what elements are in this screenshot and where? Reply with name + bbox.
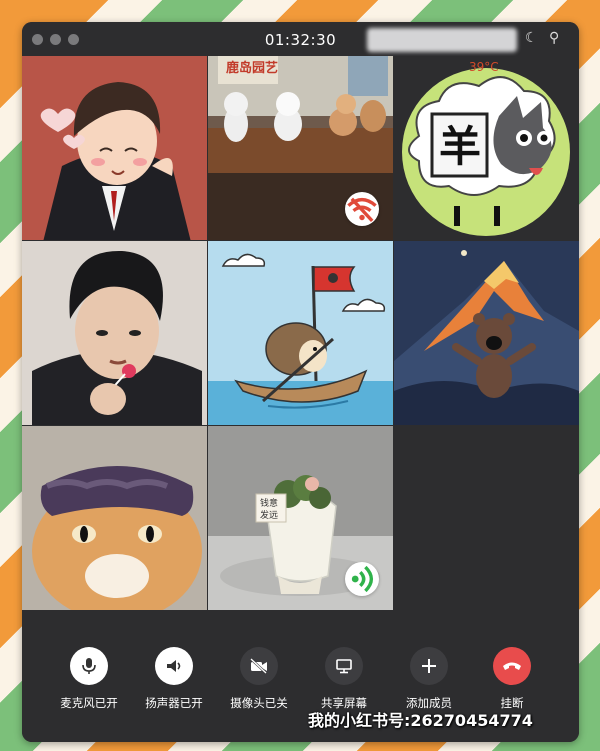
tile-flower-bouquet[interactable]: 钱意 发远 (208, 426, 393, 610)
tile-bear-mountain[interactable] (394, 241, 579, 425)
plus-icon[interactable] (410, 647, 448, 685)
mic-button[interactable]: 麦克风已开 (49, 647, 129, 711)
speaker-icon[interactable] (155, 647, 193, 685)
call-window: 01:32:30 ☾ ⚲ 鹿岛园艺 羊 39°C 钱意 发远 麦克风已开 扬声器… (22, 22, 579, 742)
hangup-icon[interactable] (493, 647, 531, 685)
speaker-active-icon (345, 562, 379, 596)
pin-icon[interactable]: ⚲ (549, 30, 559, 46)
blurred-title (367, 28, 517, 52)
add-member-button[interactable]: 添加成员 (389, 647, 469, 711)
screen-share-icon[interactable] (325, 647, 363, 685)
camera-button[interactable]: 摄像头已关 (219, 647, 299, 711)
sheep-char: 羊 (439, 122, 481, 171)
watermark-text: 我的小红书号:26270454774 (308, 711, 533, 730)
tile-hedgehog-boat[interactable] (208, 241, 393, 425)
moon-icon[interactable]: ☾ (525, 30, 538, 46)
participant-grid: 鹿岛园艺 羊 39°C 钱意 发远 (22, 56, 579, 613)
share-button[interactable]: 共享屏幕 (304, 647, 384, 711)
tile-sheep[interactable]: 羊 39°C (394, 56, 579, 240)
figurine-text: 鹿岛园艺 (226, 60, 278, 76)
wifi-off-icon (345, 192, 379, 226)
card-text-line2: 发远 (260, 509, 278, 521)
speaker-label: 扬声器已开 (145, 696, 203, 710)
camera-label: 摄像头已关 (230, 696, 288, 710)
temperature-label: 39°C (469, 60, 499, 74)
mic-label: 麦克风已开 (60, 696, 118, 710)
speaker-button[interactable]: 扬声器已开 (134, 647, 214, 711)
card-text-line1: 钱意 (260, 497, 278, 509)
tile-cat-figurines[interactable]: 鹿岛园艺 (208, 56, 393, 240)
microphone-icon[interactable] (70, 647, 108, 685)
tile-cat-hat[interactable] (22, 426, 207, 610)
tile-boy-avatar[interactable] (22, 56, 207, 240)
tile-child-photo[interactable] (22, 241, 207, 425)
hangup-button[interactable]: 挂断 (472, 647, 552, 711)
titlebar: 01:32:30 ☾ ⚲ (22, 22, 579, 56)
camera-off-icon[interactable] (240, 647, 278, 685)
